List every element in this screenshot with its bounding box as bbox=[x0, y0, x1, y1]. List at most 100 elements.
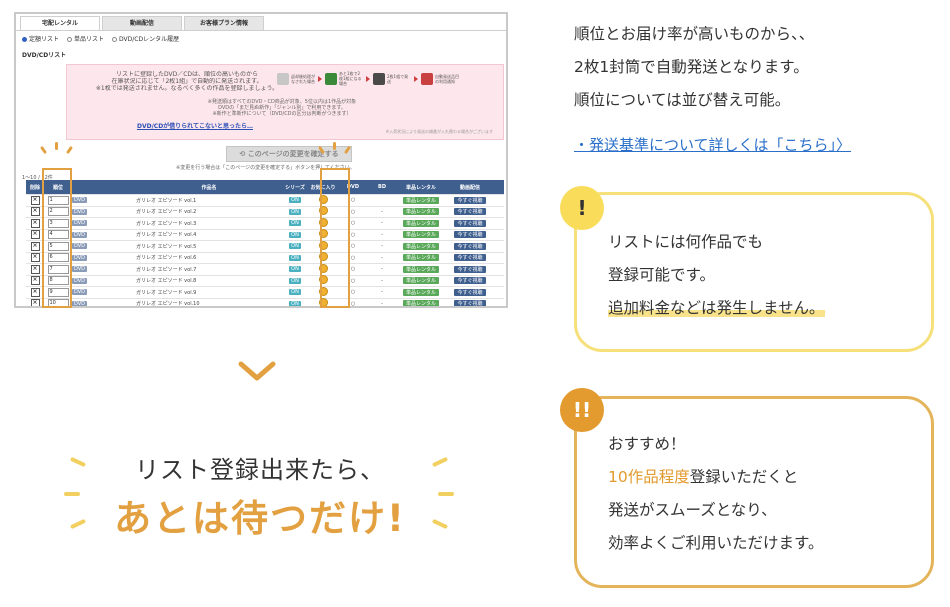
title-link[interactable]: ガリレオ エピソード vol.9 bbox=[136, 289, 282, 296]
col-streaming: 動画配信 bbox=[459, 184, 480, 191]
watch-now-button[interactable]: 今すぐ視聴 bbox=[454, 208, 486, 216]
series-toggle[interactable]: ON bbox=[289, 289, 301, 296]
single-rental-cell: 単品レンタル bbox=[396, 219, 446, 227]
list-type-radios: 定額リスト 単品リスト DVD/CDレンタル履歴 bbox=[22, 34, 179, 43]
radio-label: 定額リスト bbox=[29, 36, 60, 43]
watch-now-button[interactable]: 今すぐ視聴 bbox=[454, 254, 486, 262]
title-link[interactable]: ガリレオ エピソード vol.7 bbox=[136, 266, 282, 273]
tab-delivery-rental[interactable]: 宅配レンタル bbox=[20, 16, 100, 31]
return-icon bbox=[277, 72, 289, 85]
table-row: × 10 DVD ガリレオ エピソード vol.10 ON ○ - 単品レンタル 今すぐ視聴 bbox=[26, 298, 504, 307]
format-badge: DVD bbox=[72, 208, 88, 215]
note1-line: 登録可能です。 bbox=[608, 266, 715, 284]
series-toggle[interactable]: ON bbox=[289, 197, 301, 204]
col-series: シリーズ bbox=[285, 184, 305, 191]
series-toggle[interactable]: ON bbox=[289, 277, 301, 284]
disc-icon bbox=[373, 72, 385, 85]
intro-text: 順位とお届け率が高いものから、、 2枚1封筒で自動発送となります。 順位について… bbox=[574, 18, 934, 117]
close-icon: × bbox=[30, 207, 40, 217]
series-cell: ON bbox=[282, 300, 308, 306]
single-rental-button[interactable]: 単品レンタル bbox=[402, 196, 439, 204]
recommended-count: 10作品程度 bbox=[608, 468, 690, 486]
title-link[interactable]: ガリレオ エピソード vol.6 bbox=[136, 254, 282, 261]
shipping-criteria-link[interactable]: ・発送基準について詳しくは「こちら」〉 bbox=[574, 134, 851, 155]
not-delivered-link[interactable]: DVD/CDが借りられてこないと思ったら… bbox=[137, 121, 253, 130]
title-link[interactable]: ガリレオ エピソード vol.8 bbox=[136, 277, 282, 284]
single-rental-button[interactable]: 単品レンタル bbox=[402, 254, 439, 262]
series-toggle[interactable]: ON bbox=[289, 208, 301, 215]
bd-availability: - bbox=[381, 208, 383, 215]
watch-now-button[interactable]: 今すぐ視聴 bbox=[454, 277, 486, 285]
arrow-right-icon bbox=[318, 75, 322, 82]
single-rental-cell: 単品レンタル bbox=[396, 265, 446, 273]
single-rental-cell: 単品レンタル bbox=[396, 277, 446, 285]
table-row: × 3 DVD ガリレオ エピソード vol.3 ON ○ - 単品レンタル 今すぐ視聴 bbox=[26, 217, 504, 230]
flow-label: あと1枚で2枚1組になる場合 bbox=[339, 71, 362, 86]
refresh-icon: ⟲ bbox=[239, 150, 248, 158]
exclamation-icon: ! bbox=[560, 186, 604, 230]
single-rental-button[interactable]: 単品レンタル bbox=[402, 265, 439, 273]
single-rental-button[interactable]: 単品レンタル bbox=[402, 288, 439, 296]
watch-now-button[interactable]: 今すぐ視聴 bbox=[454, 196, 486, 204]
series-toggle[interactable]: ON bbox=[289, 243, 301, 250]
intro-line: 順位とお届け率が高いものから、、 bbox=[574, 25, 815, 43]
flow-label: 2枚1組で発送 bbox=[387, 73, 409, 84]
format-badge: DVD bbox=[72, 197, 88, 204]
single-rental-button[interactable]: 単品レンタル bbox=[402, 242, 439, 250]
bd-availability: - bbox=[381, 231, 383, 238]
watch-now-button[interactable]: 今すぐ視聴 bbox=[454, 242, 486, 250]
title-link[interactable]: ガリレオ エピソード vol.5 bbox=[136, 243, 282, 250]
series-toggle[interactable]: ON bbox=[289, 220, 301, 227]
watch-now-button[interactable]: 今すぐ視聴 bbox=[454, 231, 486, 239]
watch-now-button[interactable]: 今すぐ視聴 bbox=[454, 288, 486, 296]
title-link[interactable]: ガリレオ エピソード vol.3 bbox=[136, 220, 282, 227]
close-icon: × bbox=[30, 299, 40, 307]
title-link[interactable]: ガリレオ エピソード vol.10 bbox=[136, 300, 282, 306]
col-single-rental: 単品レンタル bbox=[405, 184, 436, 191]
series-cell: ON bbox=[282, 277, 308, 284]
radio-rental-history[interactable]: DVD/CDレンタル履歴 bbox=[112, 34, 179, 43]
screenshot-tabs: 宅配レンタル 動画配信 お客様プラン情報 bbox=[20, 16, 266, 31]
meta-cell: DVD bbox=[72, 254, 136, 261]
single-rental-button[interactable]: 単品レンタル bbox=[402, 300, 439, 306]
bd-availability: - bbox=[381, 243, 383, 250]
table-row: × 4 DVD ガリレオ エピソード vol.4 ON ○ - 単品レンタル 今すぐ視聴 bbox=[26, 229, 504, 241]
single-rental-cell: 単品レンタル bbox=[396, 242, 446, 250]
title-link[interactable]: ガリレオ エピソード vol.2 bbox=[136, 208, 282, 215]
truck-icon bbox=[325, 72, 337, 85]
watch-now-button[interactable]: 今すぐ視聴 bbox=[454, 219, 486, 227]
watch-now-button[interactable]: 今すぐ視聴 bbox=[454, 300, 486, 306]
radio-single-list[interactable]: 単品リスト bbox=[67, 34, 104, 43]
table-row: × 2 DVD ガリレオ エピソード vol.2 ON ○ - 単品レンタル 今すぐ視聴 bbox=[26, 206, 504, 218]
watch-now-button[interactable]: 今すぐ視聴 bbox=[454, 265, 486, 273]
single-rental-button[interactable]: 単品レンタル bbox=[402, 219, 439, 227]
series-toggle[interactable]: ON bbox=[289, 266, 301, 273]
series-toggle[interactable]: ON bbox=[289, 231, 301, 238]
tab-plan-info[interactable]: お客様プラン情報 bbox=[184, 16, 264, 31]
series-cell: ON bbox=[282, 254, 308, 261]
arrow-right-icon bbox=[414, 75, 418, 82]
title-link[interactable]: ガリレオ エピソード vol.1 bbox=[136, 197, 282, 204]
chevron-down-icon bbox=[238, 361, 276, 381]
close-icon: × bbox=[30, 264, 40, 274]
single-rental-button[interactable]: 単品レンタル bbox=[402, 208, 439, 216]
close-icon: × bbox=[30, 276, 40, 286]
single-rental-button[interactable]: 単品レンタル bbox=[402, 231, 439, 239]
confirm-label: このページの変更を確定する bbox=[247, 150, 339, 158]
single-rental-button[interactable]: 単品レンタル bbox=[402, 277, 439, 285]
meta-cell: DVD bbox=[72, 289, 136, 296]
series-toggle[interactable]: ON bbox=[289, 300, 301, 306]
tab-divider bbox=[16, 30, 506, 31]
wait-heading: リスト登録出来たら、 bbox=[135, 456, 385, 484]
flow-step: 自動発送品目の利用通知 bbox=[421, 72, 459, 85]
meta-cell: DVD bbox=[72, 266, 136, 273]
series-toggle[interactable]: ON bbox=[289, 254, 301, 261]
tab-video-streaming[interactable]: 動画配信 bbox=[102, 16, 182, 31]
streaming-cell: 今すぐ視聴 bbox=[446, 300, 494, 306]
flow-step: 2枚1組で発送 bbox=[373, 72, 411, 85]
radio-fixed-list[interactable]: 定額リスト bbox=[22, 34, 59, 43]
table-body: × 1 DVD ガリレオ エピソード vol.1 ON ○ 単品レンタル 今すぐ視聴 × 2 DVD… bbox=[26, 194, 504, 307]
title-link[interactable]: ガリレオ エピソード vol.4 bbox=[136, 231, 282, 238]
info-panel: リストに登録したDVD／CDは、順位の高いものから 在庫状況に応じて「2枚1組」… bbox=[66, 64, 504, 140]
note2-line: 10作品程度登録いただくと bbox=[608, 461, 823, 494]
